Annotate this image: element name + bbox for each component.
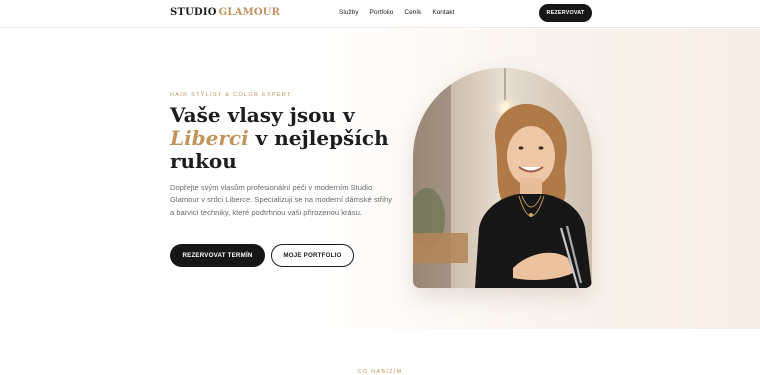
logo[interactable]: STUDIO GLAMOUR — [170, 7, 280, 18]
stylist-photo — [413, 68, 592, 288]
hero-title: Vaše vlasy jsou v Liberci v nejlepších r… — [170, 104, 400, 173]
logo-accent: GLAMOUR — [218, 7, 281, 18]
hero-title-line3: rukou — [170, 149, 237, 173]
hero-section — [0, 29, 760, 329]
services-section-label: CO NABÍZÍM — [357, 369, 403, 375]
portfolio-button[interactable]: MOJE PORTFOLIO — [271, 244, 354, 267]
nav-item-cenik[interactable]: Ceník — [404, 9, 421, 16]
nav-item-sluzby[interactable]: Služby — [339, 9, 359, 16]
logo-primary: STUDIO — [170, 7, 217, 18]
main-nav: Služby Portfolio Ceník Kontakt — [339, 9, 454, 16]
site-header: STUDIO GLAMOUR Služby Portfolio Ceník Kon… — [0, 0, 760, 28]
hero-eyebrow: HAIR STYLIST & COLOR EXPERT — [170, 92, 292, 98]
hero-title-line2: v nejlepších — [255, 126, 389, 150]
hero-title-line1: Vaše vlasy jsou v — [170, 103, 355, 127]
nav-item-kontakt[interactable]: Kontakt — [432, 9, 454, 16]
hero-title-accent: Liberci — [170, 126, 249, 150]
hero-description: Dopřejte svým vlasům profesionální péči … — [170, 183, 392, 217]
book-appointment-button[interactable]: REZERVOVAT TERMÍN — [170, 244, 265, 267]
nav-item-portfolio[interactable]: Portfolio — [370, 9, 394, 16]
header-reserve-button[interactable]: REZERVOVAT — [539, 4, 592, 22]
